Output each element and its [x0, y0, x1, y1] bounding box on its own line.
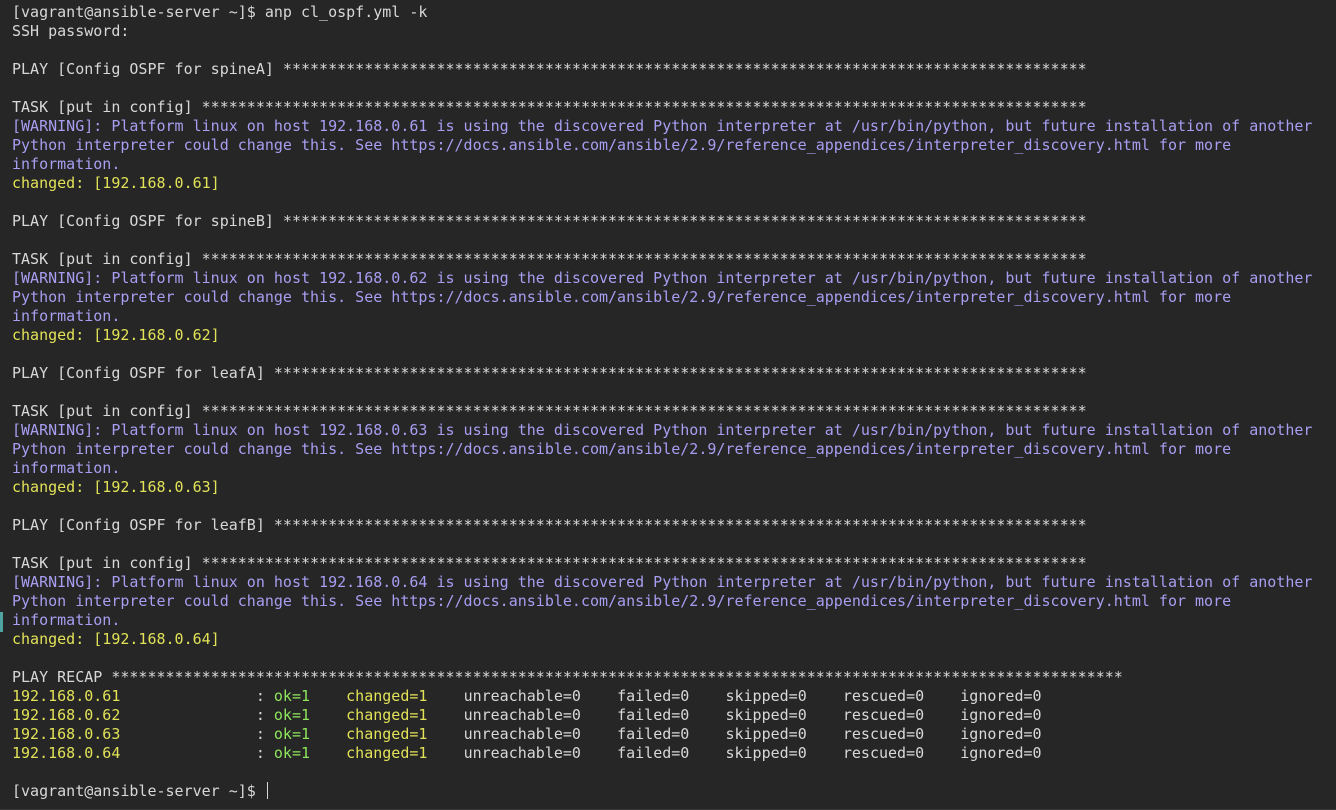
output-line: Python interpreter could change this. Se…	[12, 136, 1232, 154]
recap-changed: changed=1	[346, 687, 464, 705]
recap-ok: ok=1	[273, 706, 347, 724]
recap-changed: changed=1	[346, 744, 464, 762]
recap-skipped: skipped=0	[725, 706, 843, 724]
recap-changed: changed=1	[346, 725, 464, 743]
recap-separator: :	[255, 706, 274, 724]
text-cursor	[266, 782, 268, 799]
recap-unreachable: unreachable=0	[463, 706, 618, 724]
recap-separator: :	[255, 725, 274, 743]
recap-row: 192.168.0.62 : ok=1 changed=1 unreachabl…	[12, 706, 1336, 725]
output-line: changed: [192.168.0.63]	[12, 478, 220, 496]
output-line: TASK [put in config] *******************…	[12, 402, 1087, 420]
recap-ignored: ignored=0	[960, 744, 1042, 762]
scroll-position-marker	[0, 612, 3, 632]
output-line: PLAY [Config OSPF for spineB] **********…	[12, 212, 1087, 230]
output-line: information.	[12, 459, 121, 477]
recap-ok: ok=1	[273, 725, 347, 743]
play-recap-table: 192.168.0.61 : ok=1 changed=1 unreachabl…	[12, 687, 1336, 763]
output-line: information.	[12, 307, 121, 325]
recap-ignored: ignored=0	[960, 725, 1042, 743]
recap-rescued: rescued=0	[842, 725, 961, 743]
recap-rescued: rescued=0	[842, 687, 961, 705]
output-line: [WARNING]: Platform linux on host 192.16…	[12, 269, 1313, 287]
output-line: [WARNING]: Platform linux on host 192.16…	[12, 117, 1313, 135]
recap-host: 192.168.0.61	[12, 687, 256, 705]
recap-failed: failed=0	[617, 706, 726, 724]
output-line: SSH password:	[12, 22, 130, 40]
recap-changed: changed=1	[346, 706, 464, 724]
output-line: PLAY [Config OSPF for leafA] ***********…	[12, 364, 1087, 382]
output-line: PLAY RECAP *****************************…	[12, 668, 1123, 686]
output-line: TASK [put in config] *******************…	[12, 98, 1087, 116]
recap-row: 192.168.0.64 : ok=1 changed=1 unreachabl…	[12, 744, 1336, 763]
output-line: information.	[12, 611, 121, 629]
recap-ignored: ignored=0	[960, 687, 1042, 705]
output-line: [vagrant@ansible-server ~]$ anp cl_ospf.…	[12, 3, 428, 21]
recap-ok: ok=1	[273, 744, 347, 762]
output-line: PLAY [Config OSPF for spineA] **********…	[12, 60, 1087, 78]
recap-row: 192.168.0.61 : ok=1 changed=1 unreachabl…	[12, 687, 1336, 706]
recap-unreachable: unreachable=0	[463, 744, 618, 762]
recap-failed: failed=0	[617, 687, 726, 705]
recap-unreachable: unreachable=0	[463, 687, 618, 705]
output-line: changed: [192.168.0.64]	[12, 630, 220, 648]
recap-skipped: skipped=0	[725, 744, 843, 762]
recap-rescued: rescued=0	[842, 706, 961, 724]
recap-failed: failed=0	[617, 725, 726, 743]
terminal-window[interactable]: [vagrant@ansible-server ~]$ anp cl_ospf.…	[0, 0, 1336, 810]
shell-prompt-line[interactable]: [vagrant@ansible-server ~]$	[12, 782, 1336, 801]
output-line: [WARNING]: Platform linux on host 192.16…	[12, 573, 1313, 591]
output-line: changed: [192.168.0.62]	[12, 326, 220, 344]
output-line: TASK [put in config] *******************…	[12, 250, 1087, 268]
recap-rescued: rescued=0	[842, 744, 961, 762]
output-line: Python interpreter could change this. Se…	[12, 592, 1232, 610]
output-line: TASK [put in config] *******************…	[12, 554, 1087, 572]
output-line: changed: [192.168.0.61]	[12, 174, 220, 192]
output-line: Python interpreter could change this. Se…	[12, 288, 1232, 306]
recap-separator: :	[255, 744, 274, 762]
output-line: Python interpreter could change this. Se…	[12, 440, 1232, 458]
terminal-output: [vagrant@ansible-server ~]$ anp cl_ospf.…	[12, 3, 1336, 687]
output-line: PLAY [Config OSPF for leafB] ***********…	[12, 516, 1087, 534]
recap-skipped: skipped=0	[725, 687, 843, 705]
recap-ok: ok=1	[273, 687, 347, 705]
output-line: information.	[12, 155, 121, 173]
shell-prompt: [vagrant@ansible-server ~]$	[12, 782, 265, 800]
recap-skipped: skipped=0	[725, 725, 843, 743]
recap-row: 192.168.0.63 : ok=1 changed=1 unreachabl…	[12, 725, 1336, 744]
output-line: [WARNING]: Platform linux on host 192.16…	[12, 421, 1313, 439]
recap-separator: :	[255, 687, 274, 705]
recap-host: 192.168.0.62	[12, 706, 256, 724]
recap-host: 192.168.0.63	[12, 725, 256, 743]
recap-ignored: ignored=0	[960, 706, 1042, 724]
recap-unreachable: unreachable=0	[463, 725, 618, 743]
recap-host: 192.168.0.64	[12, 744, 256, 762]
recap-failed: failed=0	[617, 744, 726, 762]
